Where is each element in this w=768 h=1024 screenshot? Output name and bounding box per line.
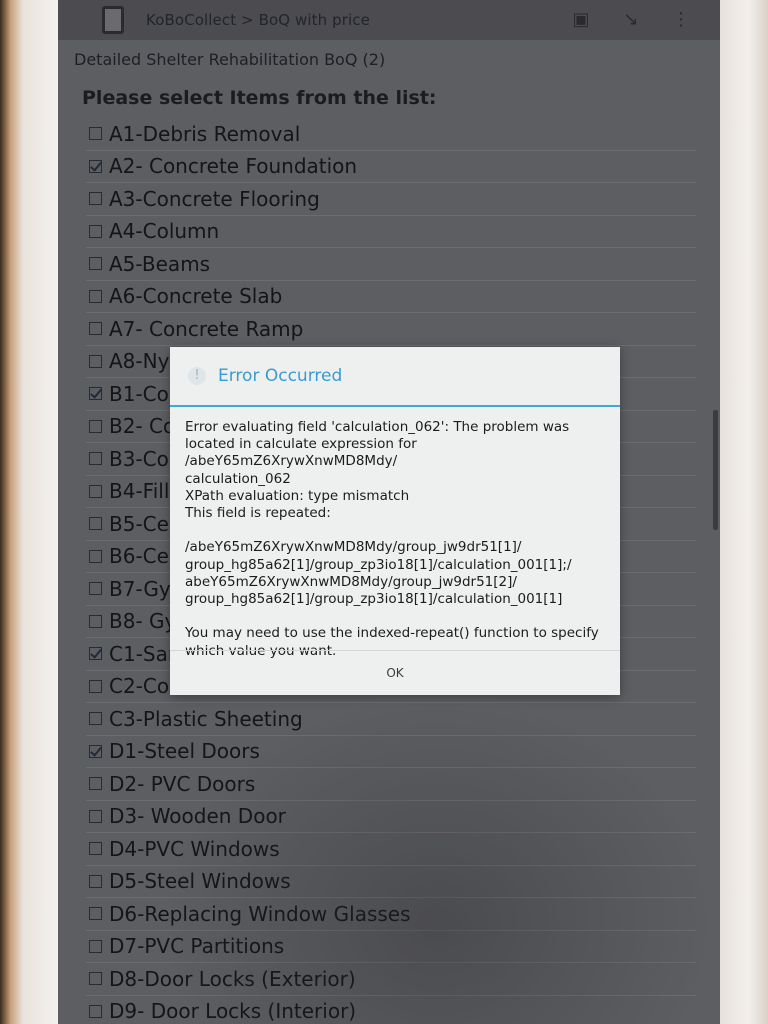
ok-button[interactable]: OK <box>380 665 409 681</box>
checkbox[interactable] <box>89 842 102 856</box>
checkbox[interactable] <box>89 452 102 466</box>
item-label: B6-Cer <box>109 544 178 569</box>
save-icon[interactable]: ▣ <box>570 9 592 31</box>
checkbox[interactable] <box>89 777 102 791</box>
item-label: A6-Concrete Slab <box>109 284 283 309</box>
dialog-footer: OK <box>170 650 620 695</box>
checkbox[interactable] <box>89 614 102 628</box>
checkbox[interactable] <box>89 874 102 888</box>
list-item[interactable]: A7- Concrete Ramp <box>86 313 696 346</box>
checkbox[interactable] <box>89 387 102 401</box>
checkbox[interactable] <box>89 582 102 596</box>
checkbox[interactable] <box>89 647 102 661</box>
overflow-menu-icon[interactable]: ⋮ <box>670 9 692 31</box>
device-bezel-left <box>0 0 58 1024</box>
alert-icon: ! <box>188 367 206 385</box>
checkbox[interactable] <box>89 549 102 563</box>
item-label: A5-Beams <box>109 251 211 276</box>
checkbox[interactable] <box>89 679 102 693</box>
item-label: B5-Cer <box>109 511 178 536</box>
item-label: B4-Fill <box>109 479 170 504</box>
checkbox[interactable] <box>89 289 102 303</box>
list-item[interactable]: A6-Concrete Slab <box>86 281 696 313</box>
scrollbar[interactable] <box>713 410 718 530</box>
checkbox[interactable] <box>89 517 102 531</box>
checkbox[interactable] <box>89 809 102 823</box>
checkbox[interactable] <box>89 257 102 271</box>
item-label: B2- Co <box>109 414 176 439</box>
app-title: KoBoCollect > BoQ with price <box>146 11 370 29</box>
device-bezel-right <box>720 0 768 1024</box>
dialog-message: Error evaluating field 'calculation_062'… <box>185 419 599 659</box>
screen-reflection <box>158 690 718 1024</box>
checkbox[interactable] <box>89 224 102 238</box>
checkbox[interactable] <box>89 712 102 726</box>
action-bar: KoBoCollect > BoQ with price ▣ ↘ ⋮ <box>58 0 720 40</box>
list-item[interactable]: A4-Column <box>86 216 696 248</box>
checkbox[interactable] <box>89 419 102 433</box>
checkbox[interactable] <box>89 354 102 368</box>
item-label: A4-Column <box>109 219 220 244</box>
checkbox[interactable] <box>89 322 102 336</box>
item-label: B8- Gy <box>109 609 177 634</box>
checkbox[interactable] <box>89 192 102 206</box>
list-item[interactable]: A3-Concrete Flooring <box>86 183 696 216</box>
item-label: A1-Debris Removal <box>109 121 301 146</box>
question-prompt: Please select Items from the list: <box>82 87 437 109</box>
item-label: A2- Concrete Foundation <box>109 154 358 179</box>
checkbox[interactable] <box>89 972 102 986</box>
checkbox[interactable] <box>89 907 102 921</box>
checkbox[interactable] <box>89 159 102 173</box>
error-dialog: ! Error Occurred Error evaluating field … <box>170 347 620 695</box>
list-item[interactable]: A5-Beams <box>86 248 696 281</box>
checkbox[interactable] <box>89 1004 102 1018</box>
item-label: A7- Concrete Ramp <box>109 316 304 341</box>
list-item[interactable]: A1-Debris Removal <box>86 118 696 151</box>
checkbox[interactable] <box>89 744 102 758</box>
language-icon[interactable]: ↘ <box>620 9 642 31</box>
form-header: Detailed Shelter Rehabilitation BoQ (2) <box>74 50 386 69</box>
item-label: C1-Sar <box>109 641 177 666</box>
item-label: A8-Nyl <box>109 349 175 374</box>
phone-icon <box>102 6 124 34</box>
item-label: B1-Cor <box>109 381 178 406</box>
checkbox[interactable] <box>89 939 102 953</box>
list-item[interactable]: A2- Concrete Foundation <box>86 151 696 183</box>
dialog-header: ! Error Occurred <box>170 347 620 407</box>
checkbox[interactable] <box>89 127 102 141</box>
item-label: B3-Cor <box>109 446 178 471</box>
dialog-title: Error Occurred <box>218 366 343 386</box>
checkbox[interactable] <box>89 484 102 498</box>
item-label: A3-Concrete Flooring <box>109 186 320 211</box>
